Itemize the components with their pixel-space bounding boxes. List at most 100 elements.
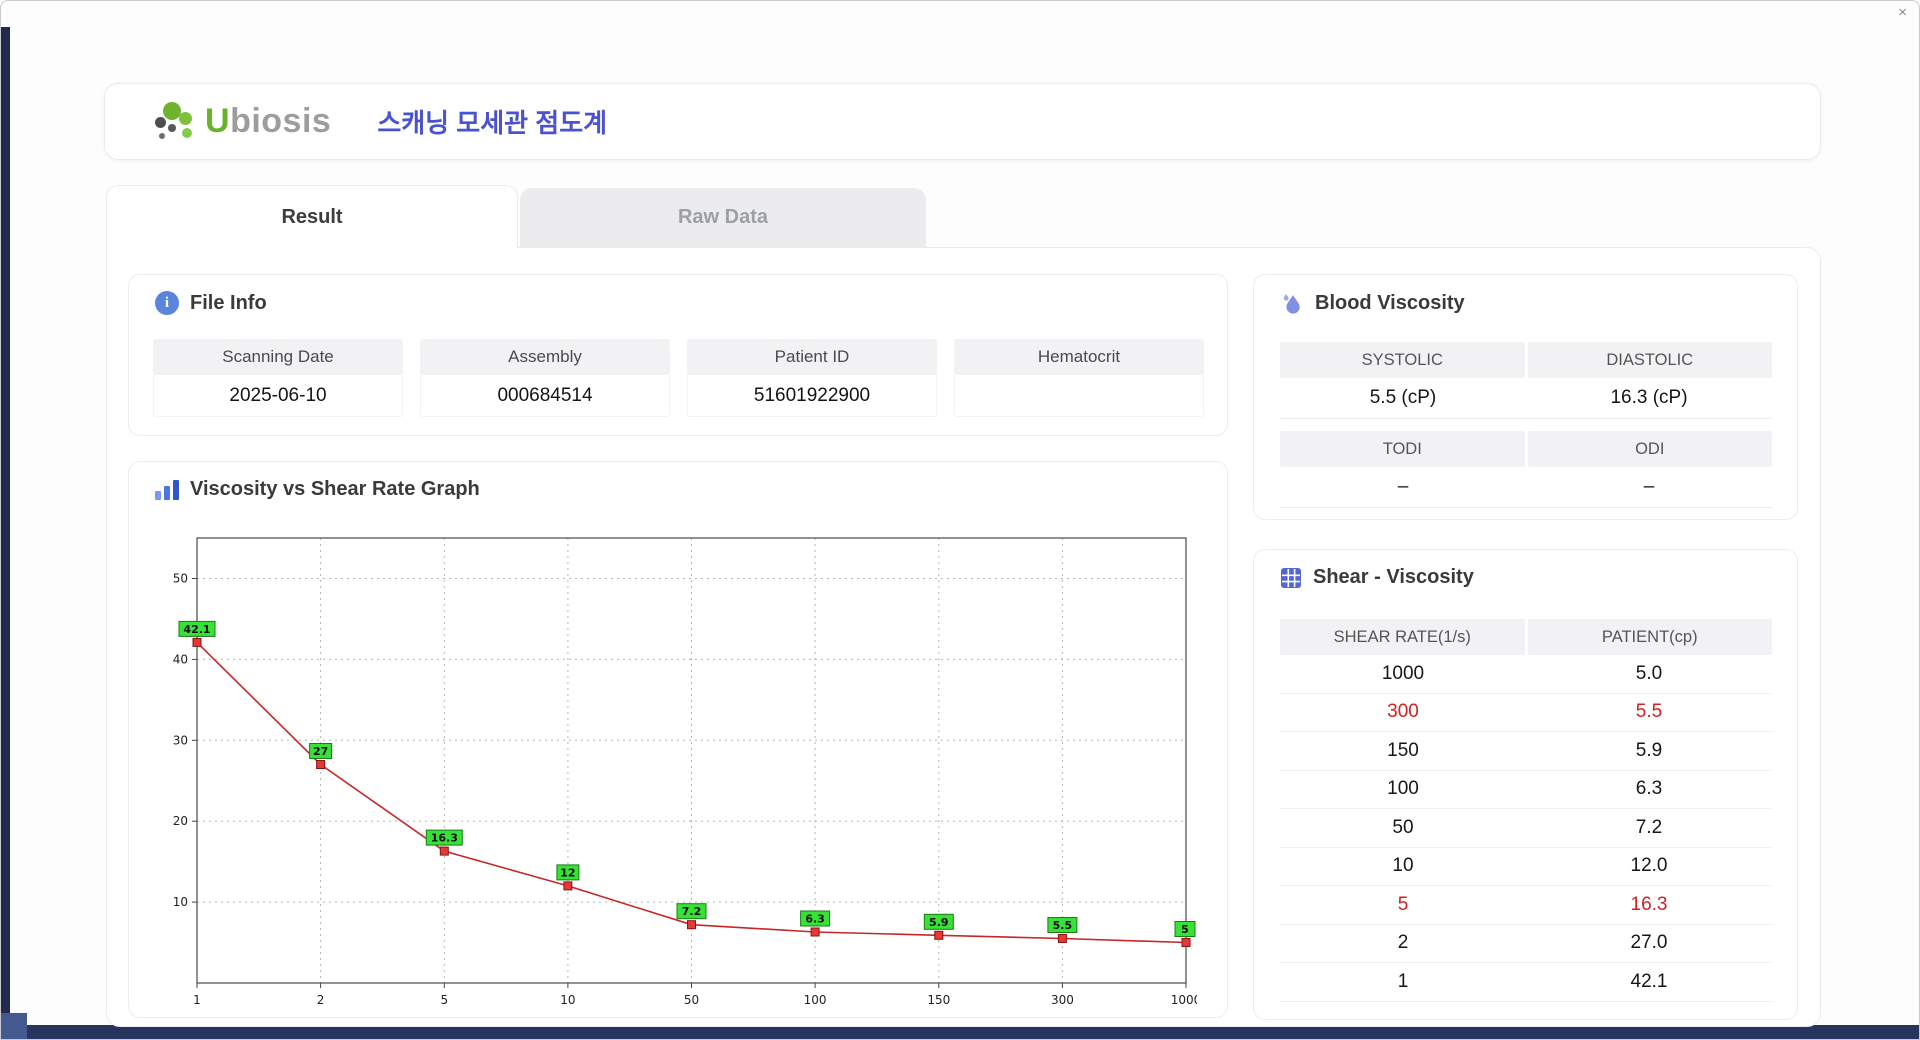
shear-rate-cell: 50 xyxy=(1392,816,1414,838)
shear-table-body: 1000 5.0 300 5.5 150 5.9 100 6.3 50 7.2 10 12.0 5 16.… xyxy=(1280,655,1772,1002)
svg-text:10: 10 xyxy=(173,895,188,909)
file-info-field-hematocrit: Hematocrit xyxy=(954,339,1204,417)
ubiosis-logo: Ubiosis xyxy=(155,100,331,144)
blood-viscosity-title-label: Blood Viscosity xyxy=(1315,291,1465,314)
field-label: Hematocrit xyxy=(954,339,1204,375)
file-info-field-scanning-date: Scanning Date 2025-06-10 xyxy=(153,339,403,417)
field-value: 51601922900 xyxy=(687,375,937,417)
shear-viscosity-title-label: Shear - Viscosity xyxy=(1313,566,1474,588)
shear-rate-cell: 1000 xyxy=(1381,662,1425,684)
field-label: Scanning Date xyxy=(153,339,403,375)
table-row: 1000 5.0 xyxy=(1280,655,1772,694)
svg-text:30: 30 xyxy=(173,733,188,747)
table-row: 10 12.0 xyxy=(1280,848,1772,886)
svg-text:12: 12 xyxy=(560,866,575,879)
shear-table-header: SHEAR RATE(1/s) PATIENT(cp) xyxy=(1280,619,1772,655)
field-label: Patient ID xyxy=(687,339,937,375)
graph-title-label: Viscosity vs Shear Rate Graph xyxy=(190,478,480,500)
close-icon[interactable]: × xyxy=(1898,4,1907,21)
viscosity-chart: 10203040501251050100150300100042.12716.3… xyxy=(173,537,1197,1007)
field-value xyxy=(954,375,1204,417)
logo-text: Ubiosis xyxy=(205,102,332,140)
blood-header-cell: DIASTOLIC xyxy=(1527,342,1772,378)
table-row: 2 27.0 xyxy=(1280,925,1772,963)
svg-text:6.3: 6.3 xyxy=(805,913,825,926)
blood-viscosity-value-row: – – xyxy=(1280,467,1772,508)
svg-text:1000: 1000 xyxy=(1171,993,1197,1007)
header: Ubiosis 스캐닝 모세관 점도계 xyxy=(104,83,1821,160)
shear-rate-cell: 100 xyxy=(1387,778,1419,800)
shear-rate-cell: 300 xyxy=(1387,701,1419,723)
tab-raw-data[interactable]: Raw Data xyxy=(520,188,926,247)
patient-viscosity-cell: 7.2 xyxy=(1635,816,1663,838)
taskbar xyxy=(1,1025,1919,1039)
info-icon: i xyxy=(155,291,179,315)
field-value: 2025-06-10 xyxy=(153,375,403,417)
patient-viscosity-cell: 16.3 xyxy=(1630,893,1668,915)
blood-viscosity-table: SYSTOLIC DIASTOLIC 5.5 (cP) 16.3 (cP) TODI OD… xyxy=(1280,342,1772,508)
droplet-icon xyxy=(1283,294,1300,314)
table-row: 1 42.1 xyxy=(1280,963,1772,1002)
file-info-card: i File Info Scanning Date 2025-06-10 Assem… xyxy=(128,274,1228,436)
tab-result[interactable]: Result xyxy=(106,185,518,249)
shear-rate-cell: 1 xyxy=(1397,970,1409,992)
patient-viscosity-cell: 5.9 xyxy=(1635,739,1663,761)
file-info-title-label: File Info xyxy=(190,291,267,314)
table-row: 5 16.3 xyxy=(1280,886,1772,925)
blood-header-cell: ODI xyxy=(1527,431,1772,467)
file-info-fields: Scanning Date 2025-06-10 Assembly 000684514… xyxy=(153,339,1204,417)
svg-text:7.2: 7.2 xyxy=(682,905,702,918)
svg-text:150: 150 xyxy=(927,993,950,1007)
blood-viscosity-card: Blood Viscosity SYSTOLIC DIASTOLIC 5.5 (cP… xyxy=(1253,274,1798,520)
shear-viscosity-card: Shear - Viscosity SHEAR RATE(1/s) PATIEN… xyxy=(1253,549,1798,1020)
blood-header-cell: TODI xyxy=(1280,431,1525,467)
patient-viscosity-cell: 5.0 xyxy=(1635,662,1663,684)
page-title: 스캐닝 모세관 점도계 xyxy=(377,108,608,138)
svg-text:300: 300 xyxy=(1051,993,1074,1007)
svg-text:42.1: 42.1 xyxy=(183,623,210,636)
blood-header-cell: SYSTOLIC xyxy=(1280,342,1525,378)
svg-text:1: 1 xyxy=(193,993,201,1007)
blood-viscosity-group: SYSTOLIC DIASTOLIC 5.5 (cP) 16.3 (cP) xyxy=(1280,342,1772,419)
shear-rate-column-header: SHEAR RATE(1/s) xyxy=(1280,619,1525,655)
shear-viscosity-title: Shear - Viscosity xyxy=(1280,566,1474,589)
shear-rate-cell: 10 xyxy=(1392,855,1414,877)
blood-value-cell: – xyxy=(1643,476,1655,497)
blood-viscosity-group: TODI ODI – – xyxy=(1280,431,1772,508)
blood-value-cell: 5.5 (cP) xyxy=(1369,387,1437,408)
svg-text:50: 50 xyxy=(684,993,699,1007)
patient-viscosity-cell: 27.0 xyxy=(1630,932,1668,954)
shear-rate-cell: 2 xyxy=(1397,932,1409,954)
svg-text:16.3: 16.3 xyxy=(431,832,458,845)
bar-chart-icon xyxy=(155,479,179,500)
svg-text:5: 5 xyxy=(1181,923,1189,936)
svg-text:5.9: 5.9 xyxy=(929,916,949,929)
blood-value-cell: – xyxy=(1397,476,1409,497)
graph-card: Viscosity vs Shear Rate Graph 10 20 30 40 50… xyxy=(128,461,1228,1018)
shear-rate-cell: 150 xyxy=(1387,739,1419,761)
blood-viscosity-header-row: TODI ODI xyxy=(1280,431,1772,467)
patient-viscosity-cell: 12.0 xyxy=(1630,855,1668,877)
table-row: 100 6.3 xyxy=(1280,771,1772,809)
table-row: 150 5.9 xyxy=(1280,732,1772,771)
grid-icon xyxy=(1281,567,1301,588)
file-info-field-patient-id: Patient ID 51601922900 xyxy=(687,339,937,417)
blood-viscosity-value-row: 5.5 (cP) 16.3 (cP) xyxy=(1280,378,1772,419)
shear-rate-cell: 5 xyxy=(1397,893,1409,915)
table-row: 50 7.2 xyxy=(1280,809,1772,848)
window-edge-left xyxy=(1,27,10,1039)
svg-text:10: 10 xyxy=(560,993,575,1007)
svg-text:100: 100 xyxy=(804,993,827,1007)
patient-viscosity-cell: 6.3 xyxy=(1635,778,1663,800)
svg-text:50: 50 xyxy=(173,572,188,586)
svg-text:20: 20 xyxy=(173,814,188,828)
taskbar-accent xyxy=(1,1013,27,1039)
main-panel: i File Info Scanning Date 2025-06-10 Assem… xyxy=(106,247,1821,1027)
svg-text:40: 40 xyxy=(173,652,188,666)
svg-text:2: 2 xyxy=(317,993,325,1007)
field-value: 000684514 xyxy=(420,375,670,417)
blood-value-cell: 16.3 (cP) xyxy=(1610,387,1688,408)
patient-viscosity-cell: 42.1 xyxy=(1630,970,1668,992)
file-info-title: i File Info xyxy=(155,291,267,315)
blood-viscosity-title: Blood Viscosity xyxy=(1280,291,1465,315)
